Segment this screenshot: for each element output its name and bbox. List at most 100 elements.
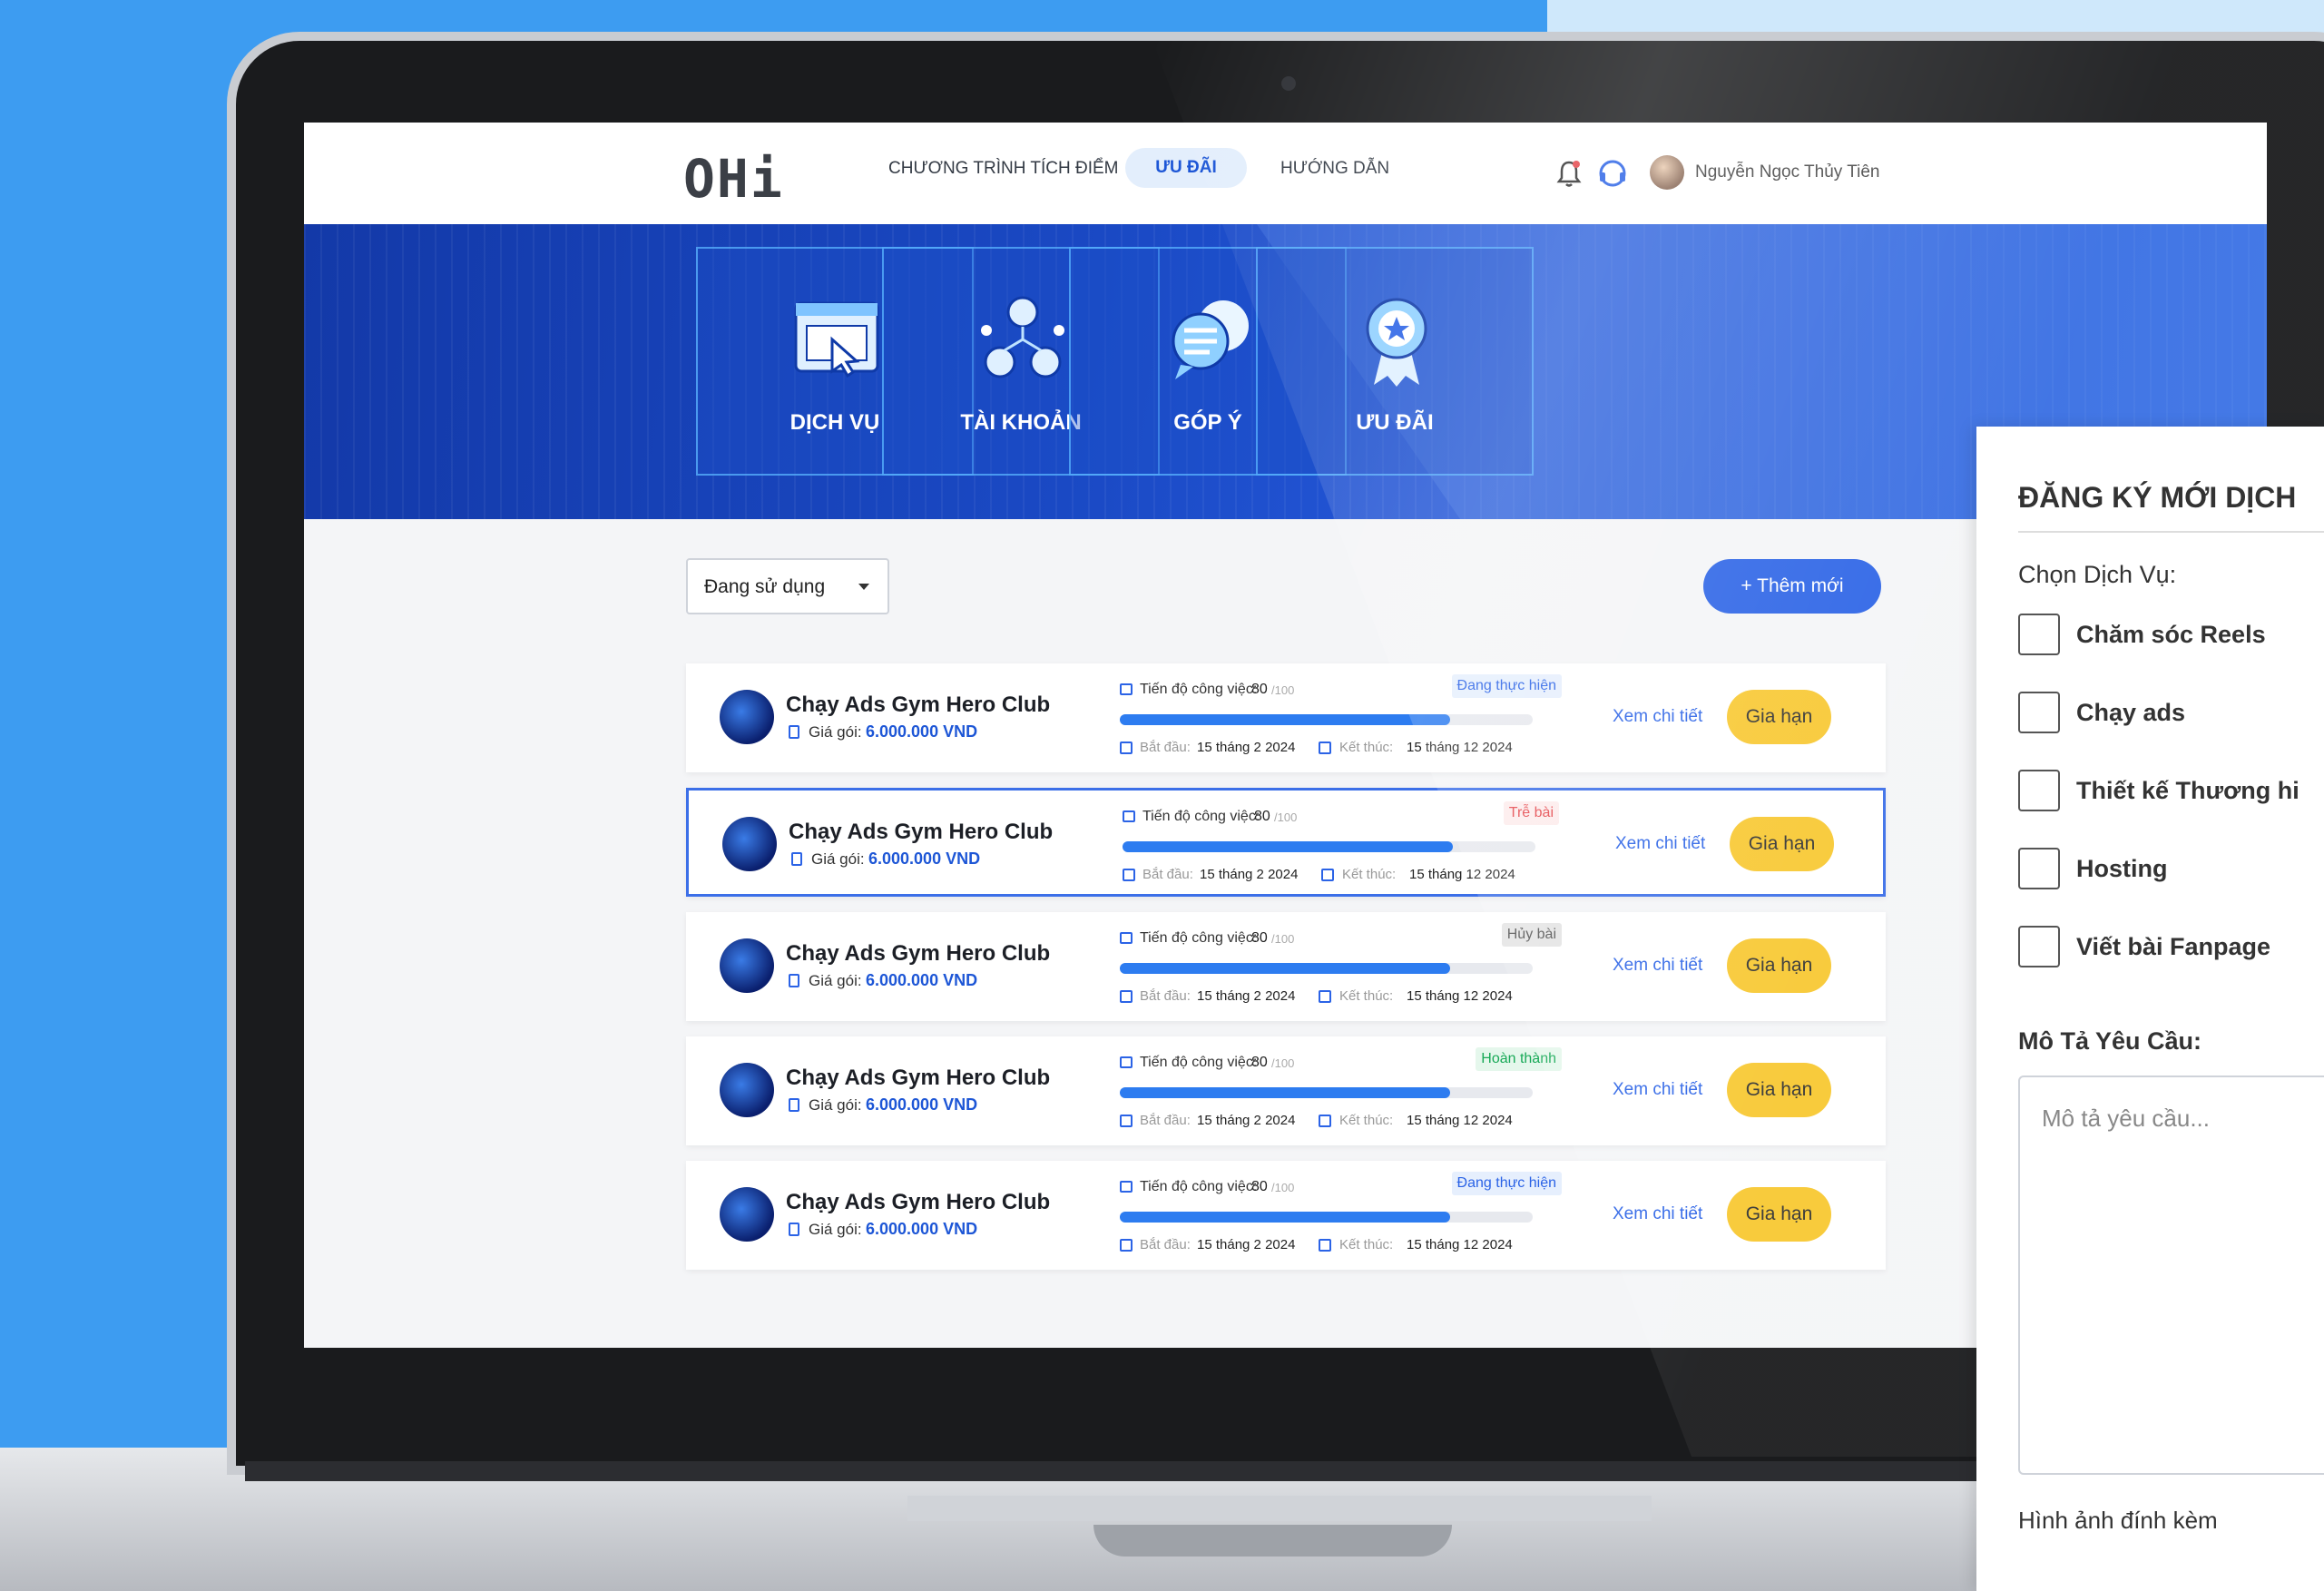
progress-label: Tiến độ công việc:: [1140, 1179, 1258, 1194]
choose-service-label: Chọn Dịch Vụ:: [2018, 561, 2177, 588]
renew-button[interactable]: Gia hạn: [1727, 1187, 1831, 1242]
service-card[interactable]: Chạy Ads Gym Hero Club Giá gói: 6.000.000 …: [686, 1161, 1886, 1270]
calendar-icon: [1120, 741, 1133, 754]
progress-total: /100: [1271, 1056, 1295, 1070]
nav-loyalty-program[interactable]: CHƯƠNG TRÌNH TÍCH ĐIỂM: [888, 159, 1119, 179]
start-date: 15 tháng 2 2024: [1197, 740, 1296, 755]
service-option-reels[interactable]: Chăm sóc Reels: [2018, 614, 2324, 659]
price-label: Giá gói:: [809, 723, 862, 741]
start-date: 15 tháng 2 2024: [1197, 1237, 1296, 1252]
progress-icon: [1120, 1056, 1133, 1068]
headset-icon[interactable]: [1596, 157, 1629, 190]
laptop-notch: [1093, 1525, 1452, 1557]
progress-total: /100: [1271, 683, 1295, 697]
checkbox[interactable]: [2018, 926, 2060, 967]
view-details-link[interactable]: Xem chi tiết: [1613, 1080, 1702, 1100]
chat-bubble-icon: [1172, 300, 1249, 379]
price-label: Giá gói:: [809, 1096, 862, 1114]
view-details-link[interactable]: Xem chi tiết: [1615, 834, 1705, 854]
end-label: Kết thúc:: [1339, 1237, 1394, 1252]
service-option-label: Chạy ads: [2076, 699, 2186, 726]
checkbox[interactable]: [2018, 614, 2060, 655]
price-value: 6.000.000 VND: [866, 1220, 978, 1238]
service-option-hosting[interactable]: Hosting: [2018, 848, 2324, 893]
top-navigation: OHi CHƯƠNG TRÌNH TÍCH ĐIỂM ƯU ĐÃI HƯỚNG …: [304, 123, 2267, 224]
end-date: 15 tháng 12 2024: [1407, 988, 1513, 1004]
start-label: Bắt đầu:: [1140, 1113, 1191, 1128]
status-badge: Đang thực hiện: [1451, 1172, 1562, 1195]
add-new-button[interactable]: + Thêm mới: [1703, 559, 1881, 614]
service-card[interactable]: Chạy Ads Gym Hero Club Giá gói: 6.000.000 …: [686, 912, 1886, 1021]
progress-total: /100: [1271, 932, 1295, 946]
service-card[interactable]: Chạy Ads Gym Hero Club Giá gói: 6.000.000 …: [686, 1036, 1886, 1145]
progress-value: 80: [1251, 1179, 1268, 1194]
new-service-panel: ĐĂNG KÝ MỚI DỊCH Chọn Dịch Vụ: Chăm sóc …: [1976, 427, 2324, 1591]
nav-guide[interactable]: HƯỚNG DẪN: [1280, 159, 1389, 179]
price-label: Giá gói:: [809, 1221, 862, 1238]
checkbox[interactable]: [2018, 770, 2060, 811]
start-label: Bắt đầu:: [1140, 988, 1191, 1004]
ohi-logo[interactable]: OHi: [683, 148, 784, 210]
price-tag-icon: [789, 1098, 799, 1112]
price-value: 6.000.000 VND: [868, 850, 981, 868]
tile-offers[interactable]: ƯU ĐÃI: [1256, 247, 1534, 476]
progress-icon: [1120, 683, 1133, 695]
start-date: 15 tháng 2 2024: [1197, 1113, 1296, 1128]
user-name[interactable]: Nguyễn Ngọc Thủy Tiên: [1695, 162, 1880, 182]
calendar-icon: [1319, 741, 1331, 754]
progress-label: Tiến độ công việc:: [1140, 1055, 1258, 1070]
start-label: Bắt đầu:: [1140, 740, 1191, 755]
checkbox[interactable]: [2018, 848, 2060, 889]
progress-total: /100: [1274, 810, 1298, 824]
service-title: Chạy Ads Gym Hero Club: [786, 941, 1051, 966]
calendar-icon: [1319, 1115, 1331, 1127]
checkbox[interactable]: [2018, 692, 2060, 733]
renew-button[interactable]: Gia hạn: [1727, 1063, 1831, 1117]
service-thumbnail: [720, 938, 774, 993]
service-option-branding[interactable]: Thiết kế Thương hi: [2018, 770, 2324, 815]
service-card[interactable]: Chạy Ads Gym Hero Club Giá gói: 6.000.000 …: [686, 663, 1886, 772]
description-placeholder: Mô tả yêu cầu...: [2042, 1105, 2210, 1132]
view-details-link[interactable]: Xem chi tiết: [1613, 1204, 1702, 1224]
progress-bar-fill: [1120, 1212, 1450, 1223]
service-window-icon: [794, 301, 879, 378]
calendar-icon: [1123, 869, 1135, 881]
status-badge: Hoàn thành: [1476, 1047, 1562, 1071]
laptop-screen: OHi CHƯƠNG TRÌNH TÍCH ĐIỂM ƯU ĐÃI HƯỚNG …: [304, 123, 2267, 1348]
calendar-icon: [1120, 990, 1133, 1003]
service-thumbnail: [720, 1063, 774, 1117]
service-option-ads[interactable]: Chạy ads: [2018, 692, 2324, 737]
service-title: Chạy Ads Gym Hero Club: [786, 1066, 1051, 1090]
view-details-link[interactable]: Xem chi tiết: [1613, 707, 1702, 727]
price-tag-icon: [789, 1223, 799, 1236]
progress-icon: [1120, 1181, 1133, 1193]
service-option-fanpage[interactable]: Viết bài Fanpage: [2018, 926, 2324, 971]
renew-button[interactable]: Gia hạn: [1730, 817, 1834, 871]
panel-divider: [2018, 531, 2324, 533]
start-date: 15 tháng 2 2024: [1197, 988, 1296, 1004]
view-details-link[interactable]: Xem chi tiết: [1613, 956, 1702, 976]
progress-label: Tiến độ công việc:: [1140, 682, 1258, 697]
start-label: Bắt đầu:: [1142, 867, 1193, 882]
price-value: 6.000.000 VND: [866, 971, 978, 989]
progress-icon: [1120, 932, 1133, 944]
award-badge-icon: [1366, 298, 1427, 387]
progress-label: Tiến độ công việc:: [1140, 930, 1258, 946]
end-date: 15 tháng 12 2024: [1407, 1113, 1513, 1128]
status-filter-select[interactable]: Đang sử dụng: [686, 558, 889, 614]
progress-bar-fill: [1120, 714, 1450, 725]
service-card[interactable]: Chạy Ads Gym Hero Club Giá gói: 6.000.000 …: [686, 788, 1886, 897]
service-option-label: Hosting: [2076, 855, 2168, 882]
calendar-icon: [1120, 1115, 1133, 1127]
renew-button[interactable]: Gia hạn: [1727, 690, 1831, 744]
price-label: Giá gói:: [811, 850, 865, 868]
price-label: Giá gói:: [809, 972, 862, 989]
bell-icon[interactable]: [1556, 159, 1582, 188]
renew-button[interactable]: Gia hạn: [1727, 938, 1831, 993]
progress-label: Tiến độ công việc:: [1142, 809, 1260, 824]
nav-offers[interactable]: ƯU ĐÃI: [1125, 148, 1247, 188]
avatar[interactable]: [1650, 155, 1684, 190]
description-textarea[interactable]: Mô tả yêu cầu...: [2018, 1075, 2324, 1475]
progress-total: /100: [1271, 1181, 1295, 1194]
service-thumbnail: [722, 817, 777, 871]
